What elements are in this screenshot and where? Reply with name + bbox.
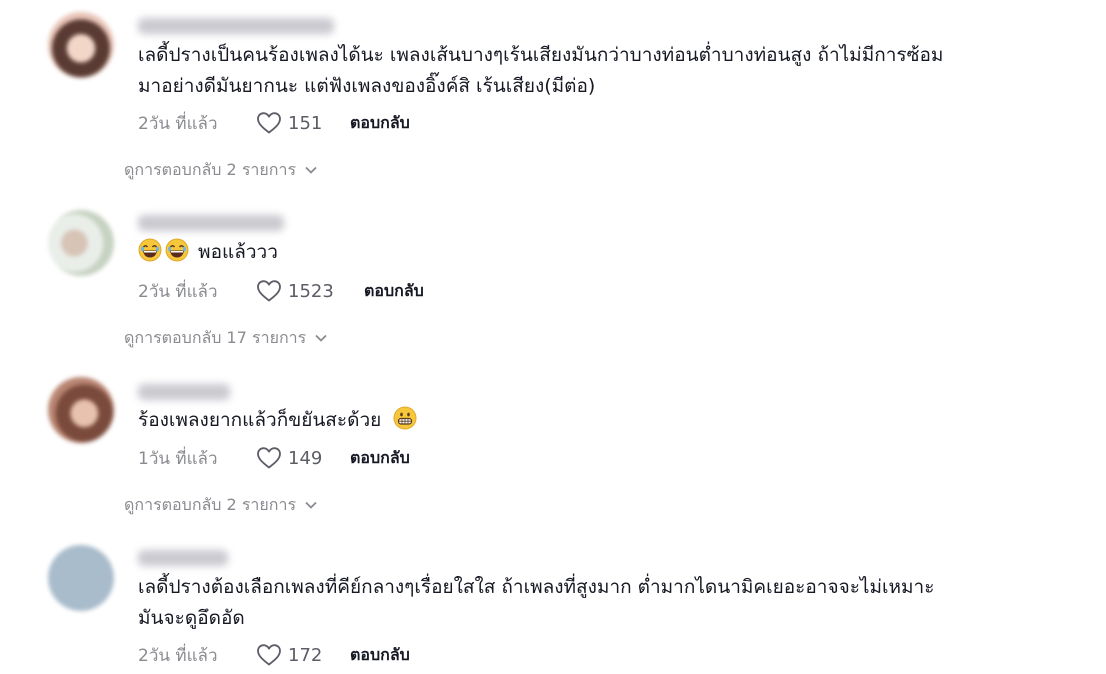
comment-text: เลดี้ปรางต้องเลือกเพลงที่คีย์กลางๆเรื่อย… [138, 576, 935, 598]
heart-icon [257, 112, 281, 134]
view-replies-button[interactable]: ดูการตอบกลับ 2 รายการ [124, 159, 318, 181]
comment-meta: 2วัน ที่แล้ว 172 ตอบกลับ [138, 641, 410, 669]
like-button[interactable]: 149 [256, 446, 350, 470]
view-replies-label: ดูการตอบกลับ 17 รายการ [124, 327, 307, 347]
timestamp: 2วัน ที่แล้ว [138, 645, 218, 666]
timestamp: 1วัน ที่แล้ว [138, 448, 218, 469]
comment-text: พอแล้ววว [138, 237, 278, 268]
chevron-down-icon [305, 501, 317, 509]
like-count: 172 [288, 644, 323, 666]
like-count: 151 [288, 112, 323, 134]
timestamp: 2วัน ที่แล้ว [138, 113, 218, 134]
like-count: 149 [288, 447, 323, 469]
laughing-emoji-icon [165, 238, 189, 262]
comment-meta: 2วัน ที่แล้ว 1523 ตอบกลับ [138, 277, 424, 305]
username[interactable] [138, 550, 228, 566]
like-count: 1523 [288, 280, 334, 302]
view-replies-label: ดูการตอบกลับ 2 รายการ [124, 494, 297, 514]
like-button[interactable]: 1523 [256, 279, 364, 303]
reply-button[interactable]: ตอบกลับ [364, 279, 424, 304]
avatar[interactable] [48, 12, 114, 78]
like-button[interactable]: 151 [256, 111, 350, 135]
comment-text: ร้องเพลงยากแล้วก็ขยันสะด้วย [138, 405, 420, 436]
view-replies-button[interactable]: ดูการตอบกลับ 2 รายการ [124, 494, 318, 516]
username[interactable] [138, 18, 334, 34]
grinning-emoji-icon [393, 406, 417, 430]
avatar[interactable] [48, 545, 114, 611]
laughing-emoji-icon [138, 238, 162, 262]
chevron-down-icon [305, 166, 317, 174]
comment-meta: 2วัน ที่แล้ว 151 ตอบกลับ [138, 109, 410, 137]
comment-text-content: พอแล้ววว [198, 241, 278, 263]
comment-text-content: ร้องเพลงยากแล้วก็ขยันสะด้วย [138, 409, 382, 431]
comment-text: มาอย่างดีมันยากนะ แต่ฟังเพลงของอิ๊งค์สิ … [138, 75, 596, 97]
view-replies-button[interactable]: ดูการตอบกลับ 17 รายการ [124, 327, 328, 349]
timestamp: 2วัน ที่แล้ว [138, 281, 218, 302]
avatar[interactable] [48, 377, 114, 443]
username[interactable] [138, 384, 230, 400]
username[interactable] [138, 215, 284, 231]
comment-text: มันจะดูอึดอัด [138, 607, 245, 629]
heart-icon [257, 447, 281, 469]
view-replies-label: ดูการตอบกลับ 2 รายการ [124, 159, 297, 179]
chevron-down-icon [315, 334, 327, 342]
comment-text: เลดี้ปรางเป็นคนร้องเพลงได้นะ เพลงเส้นบาง… [138, 44, 944, 66]
heart-icon [257, 280, 281, 302]
heart-icon [257, 644, 281, 666]
reply-button[interactable]: ตอบกลับ [350, 446, 410, 471]
comment-meta: 1วัน ที่แล้ว 149 ตอบกลับ [138, 444, 410, 472]
reply-button[interactable]: ตอบกลับ [350, 111, 410, 136]
reply-button[interactable]: ตอบกลับ [350, 643, 410, 668]
like-button[interactable]: 172 [256, 643, 350, 667]
avatar[interactable] [48, 210, 114, 276]
